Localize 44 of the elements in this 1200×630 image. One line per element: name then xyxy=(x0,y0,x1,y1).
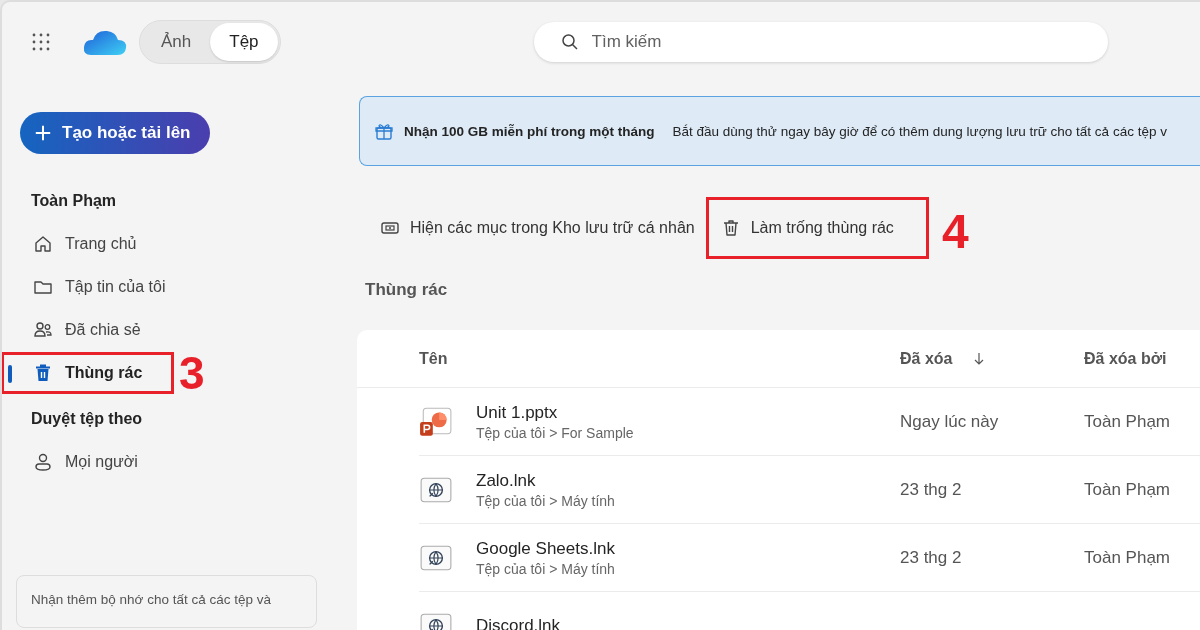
sort-arrow-icon xyxy=(974,351,985,366)
section-heading: Duyệt tệp theo xyxy=(30,409,144,429)
file-path: Tệp của tôi > Máy tính xyxy=(476,492,615,509)
people-icon xyxy=(33,319,53,340)
plus-icon xyxy=(34,124,52,142)
callout-number: 3 xyxy=(179,349,205,396)
person-icon xyxy=(33,451,53,472)
search-field[interactable]: Tìm kiếm xyxy=(533,22,1108,62)
table-cell: Toàn Phạm xyxy=(1084,411,1170,431)
nav-item[interactable]: Thùng rác xyxy=(2,352,173,393)
create-upload-button[interactable]: Tạo hoặc tải lên xyxy=(20,112,211,154)
view-tab[interactable]: Tệp xyxy=(210,23,278,61)
view-tab[interactable]: Ảnh xyxy=(142,23,211,61)
file-name[interactable]: Zalo.lnk xyxy=(476,470,615,491)
file-path: Tệp của tôi > For Sample xyxy=(476,424,634,441)
table-cell: 23 thg 2 xyxy=(900,547,962,568)
toolbar-button[interactable]: Hiện các mục trong Kho lưu trữ cá nhân xyxy=(372,198,703,258)
table-cell: 23 thg 2 xyxy=(900,479,962,500)
banner-text: Bắt đầu dùng thử ngay bây giờ để có thêm dung lượng lưu trữ cho tất cả các tệp v xyxy=(672,123,1167,139)
nav-item[interactable]: Mọi người xyxy=(2,441,173,482)
column-header[interactable]: Đã xóa bởi xyxy=(1084,349,1200,368)
nav-item[interactable]: Đã chia sẻ xyxy=(2,309,173,350)
page-title: Thùng rác xyxy=(365,280,449,301)
file-name[interactable]: Unit 1.pptx xyxy=(476,402,634,423)
trash-icon xyxy=(33,362,53,383)
column-header[interactable]: Tên xyxy=(419,349,900,368)
file-path: Tệp của tôi > Máy tính xyxy=(476,560,615,577)
table-cell: Toàn Phạm xyxy=(1084,479,1170,499)
nav-item[interactable]: Tập tin của tôi xyxy=(2,266,173,307)
file-name[interactable]: Discord.lnk xyxy=(476,615,561,630)
column-header[interactable]: Đã xóa xyxy=(900,349,1084,368)
app-launcher-icon[interactable] xyxy=(31,32,51,52)
toolbar-button[interactable]: Làm trống thùng rác xyxy=(706,198,928,258)
gift-icon xyxy=(374,121,394,141)
home-icon xyxy=(33,233,53,254)
table-cell: Toàn Phạm xyxy=(1084,547,1170,567)
banner-title: Nhận 100 GB miễn phí trong một tháng xyxy=(404,123,655,139)
promo-text: Nhận thêm bộ nhớ cho tất cả các tệp và xyxy=(31,592,271,607)
section-heading: Toàn Phạm xyxy=(30,191,118,211)
callout-number: 4 xyxy=(941,208,969,256)
file-name[interactable]: Google Sheets.lnk xyxy=(476,538,615,559)
nav-item[interactable]: Trang chủ xyxy=(2,223,173,264)
table-cell: Ngay lúc này xyxy=(900,411,999,432)
search-icon xyxy=(559,32,580,52)
